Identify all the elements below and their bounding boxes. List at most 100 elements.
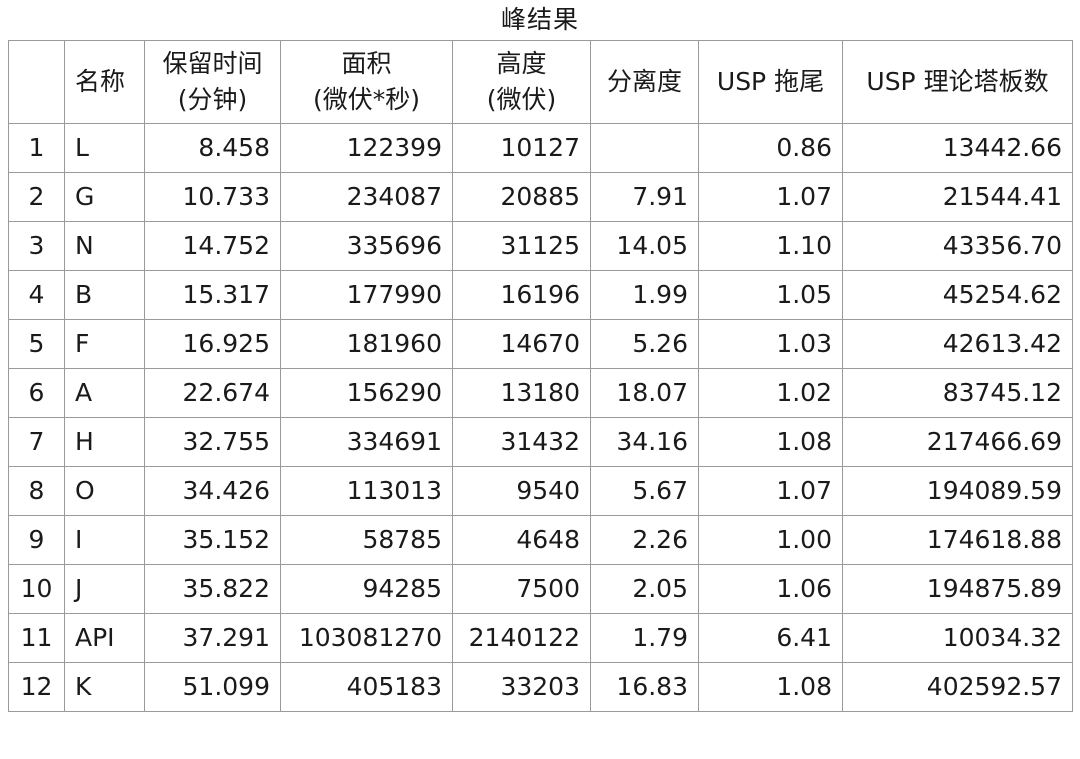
- header-label: 保留时间: [162, 49, 263, 78]
- table-row: 2 G 10.733 234087 20885 7.91 1.07 21544.41: [8, 172, 1073, 222]
- header-label: USP 理论塔板数: [866, 67, 1049, 96]
- cell-area: 156290: [280, 368, 453, 418]
- header-unit: (分钟): [177, 85, 248, 114]
- cell-area: 122399: [280, 123, 453, 173]
- cell-index: 3: [8, 221, 65, 271]
- header-cell-usp-tailing: USP 拖尾: [698, 40, 843, 124]
- cell-resolution: 18.07: [590, 368, 699, 418]
- cell-resolution: 2.05: [590, 564, 699, 614]
- cell-resolution: [590, 123, 699, 173]
- cell-name: B: [64, 270, 145, 320]
- cell-height: 2140122: [452, 613, 591, 663]
- cell-index: 11: [8, 613, 65, 663]
- cell-height: 7500: [452, 564, 591, 614]
- table-row: 10 J 35.822 94285 7500 2.05 1.06 194875.89: [8, 564, 1073, 614]
- table-row: 9 I 35.152 58785 4648 2.26 1.00 174618.88: [8, 515, 1073, 565]
- cell-height: 31125: [452, 221, 591, 271]
- cell-name: J: [64, 564, 145, 614]
- cell-retention-time: 14.752: [144, 221, 281, 271]
- cell-name: G: [64, 172, 145, 222]
- table-row: 8 O 34.426 113013 9540 5.67 1.07 194089.59: [8, 466, 1073, 516]
- cell-index: 7: [8, 417, 65, 467]
- header-cell-name: 名称: [64, 40, 145, 124]
- cell-name: N: [64, 221, 145, 271]
- header-label: 名称: [75, 67, 126, 96]
- cell-usp-plate-count: 83745.12: [842, 368, 1073, 418]
- cell-retention-time: 16.925: [144, 319, 281, 369]
- header-unit: (微伏*秒): [312, 85, 420, 114]
- cell-retention-time: 15.317: [144, 270, 281, 320]
- header-cell-resolution: 分离度: [590, 40, 699, 124]
- cell-area: 234087: [280, 172, 453, 222]
- cell-usp-tailing: 1.05: [698, 270, 843, 320]
- cell-usp-tailing: 1.07: [698, 466, 843, 516]
- cell-name: O: [64, 466, 145, 516]
- cell-usp-tailing: 1.08: [698, 662, 843, 712]
- cell-usp-plate-count: 43356.70: [842, 221, 1073, 271]
- table-body: 1 L 8.458 122399 10127 0.86 13442.66 2 G 10.733 23…: [8, 123, 1073, 712]
- cell-usp-tailing: 1.00: [698, 515, 843, 565]
- cell-index: 8: [8, 466, 65, 516]
- header-label: 面积: [341, 49, 392, 78]
- table-header: 名称 保留时间 (分钟) 面积 (微伏*秒) 高度 (微伏) 分离度 USP 拖…: [8, 40, 1073, 124]
- header-label: 分离度: [606, 67, 682, 96]
- table-row: 12 K 51.099 405183 33203 16.83 1.08 402592.57: [8, 662, 1073, 712]
- cell-resolution: 14.05: [590, 221, 699, 271]
- table-row: 4 B 15.317 177990 16196 1.99 1.05 45254.62: [8, 270, 1073, 320]
- header-row: 名称 保留时间 (分钟) 面积 (微伏*秒) 高度 (微伏) 分离度 USP 拖…: [8, 40, 1073, 124]
- cell-usp-tailing: 1.02: [698, 368, 843, 418]
- table-row: 7 H 32.755 334691 31432 34.16 1.08 217466.69: [8, 417, 1073, 467]
- cell-height: 9540: [452, 466, 591, 516]
- cell-height: 4648: [452, 515, 591, 565]
- cell-height: 14670: [452, 319, 591, 369]
- header-cell-area: 面积 (微伏*秒): [280, 40, 453, 124]
- cell-retention-time: 35.822: [144, 564, 281, 614]
- cell-name: API: [64, 613, 145, 663]
- cell-index: 1: [8, 123, 65, 173]
- cell-usp-plate-count: 10034.32: [842, 613, 1073, 663]
- cell-resolution: 7.91: [590, 172, 699, 222]
- cell-usp-plate-count: 42613.42: [842, 319, 1073, 369]
- cell-usp-plate-count: 194089.59: [842, 466, 1073, 516]
- cell-area: 58785: [280, 515, 453, 565]
- cell-retention-time: 34.426: [144, 466, 281, 516]
- table-row: 5 F 16.925 181960 14670 5.26 1.03 42613.42: [8, 319, 1073, 369]
- cell-resolution: 34.16: [590, 417, 699, 467]
- cell-usp-plate-count: 402592.57: [842, 662, 1073, 712]
- cell-name: F: [64, 319, 145, 369]
- header-cell-height: 高度 (微伏): [452, 40, 591, 124]
- cell-index: 12: [8, 662, 65, 712]
- header-cell-retention-time: 保留时间 (分钟): [144, 40, 281, 124]
- cell-resolution: 5.26: [590, 319, 699, 369]
- header-unit: (微伏): [486, 85, 557, 114]
- cell-retention-time: 51.099: [144, 662, 281, 712]
- cell-height: 10127: [452, 123, 591, 173]
- cell-usp-tailing: 1.10: [698, 221, 843, 271]
- cell-resolution: 1.99: [590, 270, 699, 320]
- cell-name: K: [64, 662, 145, 712]
- cell-usp-plate-count: 21544.41: [842, 172, 1073, 222]
- cell-usp-tailing: 1.08: [698, 417, 843, 467]
- cell-usp-plate-count: 217466.69: [842, 417, 1073, 467]
- header-cell-usp-plate-count: USP 理论塔板数: [842, 40, 1073, 124]
- table-row: 3 N 14.752 335696 31125 14.05 1.10 43356.70: [8, 221, 1073, 271]
- cell-height: 16196: [452, 270, 591, 320]
- cell-retention-time: 32.755: [144, 417, 281, 467]
- cell-name: H: [64, 417, 145, 467]
- cell-usp-tailing: 1.06: [698, 564, 843, 614]
- cell-area: 103081270: [280, 613, 453, 663]
- cell-usp-tailing: 0.86: [698, 123, 843, 173]
- peak-results-table: 名称 保留时间 (分钟) 面积 (微伏*秒) 高度 (微伏) 分离度 USP 拖…: [8, 40, 1073, 712]
- cell-height: 20885: [452, 172, 591, 222]
- cell-name: I: [64, 515, 145, 565]
- cell-resolution: 5.67: [590, 466, 699, 516]
- cell-resolution: 1.79: [590, 613, 699, 663]
- table-row: 6 A 22.674 156290 13180 18.07 1.02 83745.12: [8, 368, 1073, 418]
- cell-index: 10: [8, 564, 65, 614]
- cell-usp-plate-count: 194875.89: [842, 564, 1073, 614]
- cell-retention-time: 8.458: [144, 123, 281, 173]
- cell-name: A: [64, 368, 145, 418]
- cell-usp-tailing: 1.03: [698, 319, 843, 369]
- cell-area: 405183: [280, 662, 453, 712]
- cell-retention-time: 37.291: [144, 613, 281, 663]
